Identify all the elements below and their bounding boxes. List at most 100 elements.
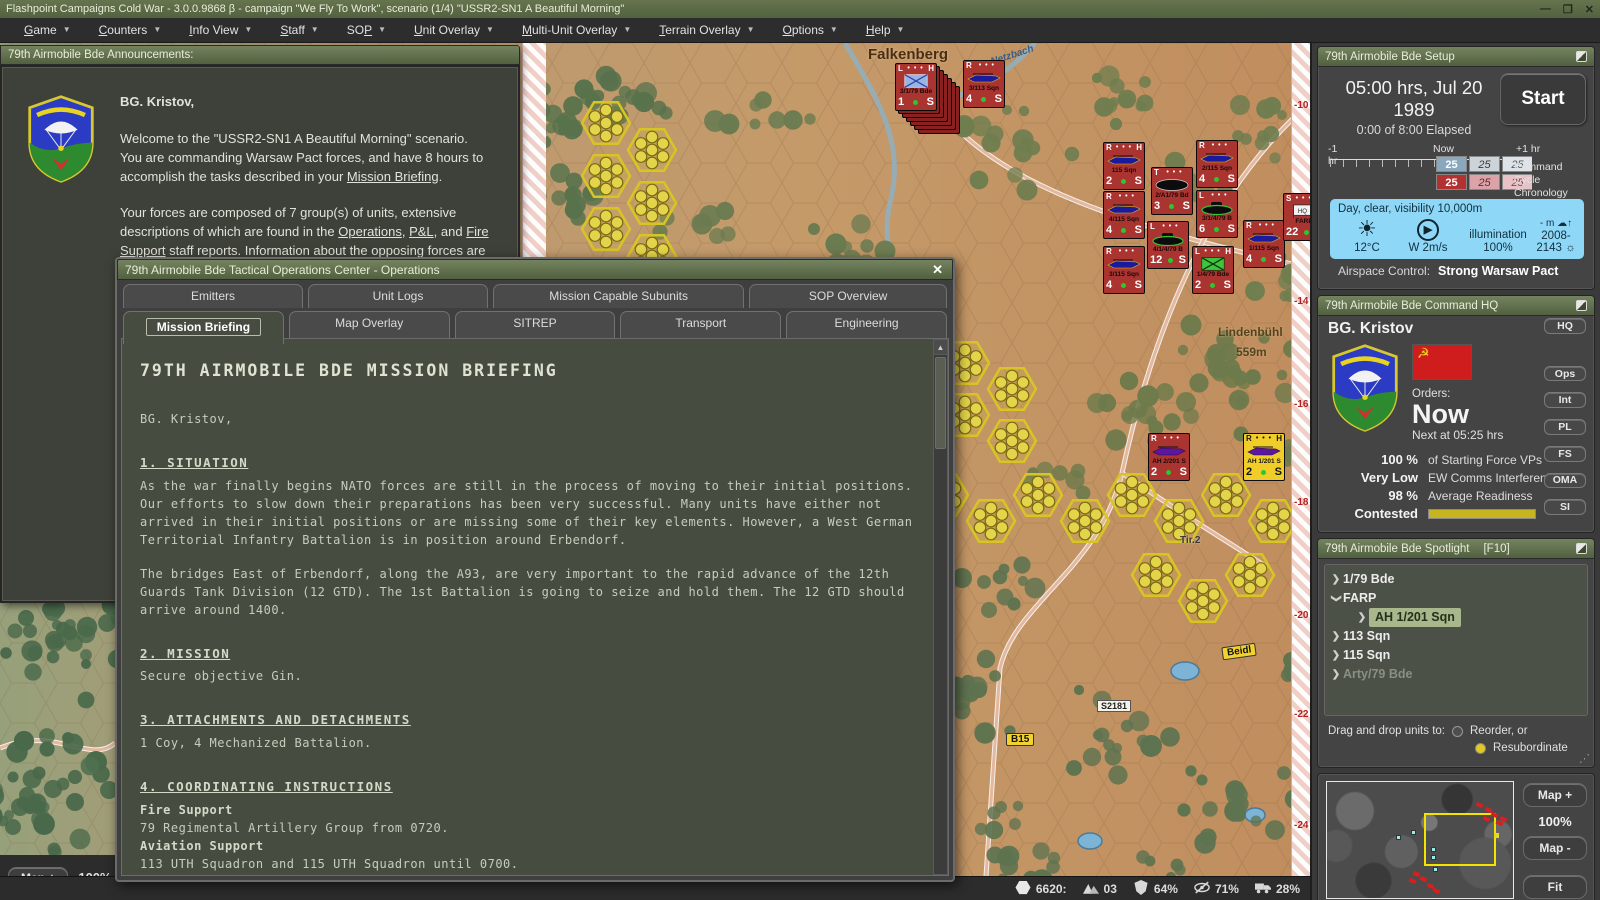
unit-counter-1-4-79-bde[interactable]: L• • •H1/4/79 Bde2S [1192, 246, 1234, 294]
tree-item-115-sqn[interactable]: ❯115 Sqn [1329, 646, 1583, 665]
unit-counter-3-115-sqn[interactable]: R• • •3/115 Sqn4S [1103, 246, 1145, 294]
unit-counter-2-a1-79-bd[interactable]: T• • •2/A1/79 Bd3S [1151, 167, 1193, 215]
chevron-icon[interactable]: ❯ [1327, 592, 1346, 606]
tab-unit-logs[interactable]: Unit Logs [308, 284, 488, 308]
eye-off-icon [1194, 880, 1210, 898]
map-label-b15: B15 [1006, 733, 1034, 746]
reorder-radio[interactable] [1452, 726, 1463, 737]
unit-counter-farp[interactable]: S• • •HHQFARP22S [1283, 193, 1310, 241]
toc-dialog-title: 79th Airmobile Bde Tactical Operations C… [125, 263, 440, 277]
tree-item-arty-79-bde[interactable]: ❯Arty/79 Bde [1329, 665, 1583, 684]
weather-box: Day, clear, visibility 10,000m ☀ 12°C ▶ … [1330, 199, 1584, 259]
staff-button-oma[interactable]: OMA [1544, 473, 1586, 489]
minimap-zoom-out-button[interactable]: Map - [1523, 836, 1587, 860]
briefing-paragraph: 79 Regimental Artillery Group from 0720. [140, 819, 914, 837]
staff-button-int[interactable]: Int [1544, 392, 1586, 408]
staff-button-si[interactable]: SI [1544, 499, 1586, 515]
minimap-fit-button[interactable]: Fit [1523, 875, 1587, 899]
unit-counter-1-115-sqn[interactable]: R• • •1/115 Sqn4S [1243, 220, 1285, 268]
briefing-paragraph: As the war finally begins NATO forces ar… [140, 477, 914, 549]
scrollbar-thumb[interactable] [935, 357, 946, 449]
staff-button-pl[interactable]: PL [1544, 419, 1586, 435]
command-hq-panel: 79th Airmobile Bde Command HQ BG. Kristo… [1317, 295, 1595, 533]
menu-game[interactable]: Game▼ [10, 20, 85, 41]
ceiling-value: - m [1540, 218, 1554, 229]
unit-counter-4-115-sqn[interactable]: R• • •4/115 Sqn4S [1103, 191, 1145, 239]
close-icon[interactable]: ✕ [930, 262, 945, 278]
airmobile-patch [1328, 342, 1402, 434]
close-icon[interactable]: ✕ [1585, 3, 1594, 16]
tree-item-1-79-bde[interactable]: ❯1/79 Bde [1329, 570, 1583, 589]
map-coordinate-label: -18 [1294, 497, 1308, 508]
unit-counter-2-115-sqn[interactable]: R• • •2/115 Sqn4S [1196, 140, 1238, 188]
menu-terrain-overlay[interactable]: Terrain Overlay▼ [645, 20, 768, 41]
menu-multi-unit-overlay[interactable]: Multi-Unit Overlay▼ [508, 20, 645, 41]
tree-item-ah-1-201-sqn[interactable]: ❯AH 1/201 Sqn [1329, 608, 1583, 627]
truck-icon [1255, 880, 1271, 898]
staff-report-link[interactable]: Operations [338, 224, 402, 239]
staff-button-hq[interactable]: HQ [1544, 318, 1586, 334]
unit-counter-ah-2-201-s[interactable]: R• • •AH 2/201 S2S [1148, 433, 1190, 481]
map-label-559m: 559m [1236, 345, 1267, 359]
tree-item-farp[interactable]: ❯FARP [1329, 589, 1583, 608]
menu-sop[interactable]: SOP▼ [333, 20, 400, 41]
briefing-paragraph: Four Mi-24V throughout. [140, 873, 914, 876]
menu-options[interactable]: Options▼ [769, 20, 852, 41]
briefing-scrollbar[interactable]: ▲ [933, 339, 948, 875]
sunrise-icon: ☼ [1565, 242, 1576, 254]
staff-button-fs[interactable]: FS [1544, 446, 1586, 462]
tank-icon [1150, 231, 1186, 246]
unit-counter-3-1-4-79-b[interactable]: L• • •3/1/4/79 B6S [1196, 190, 1238, 238]
minimap[interactable] [1326, 781, 1514, 899]
minimap-friendly-marker [1431, 855, 1436, 860]
resubordinate-radio[interactable] [1475, 743, 1486, 754]
tree-item-113-sqn[interactable]: ❯113 Sqn [1329, 627, 1583, 646]
briefing-paragraph: 1 Coy, 4 Mechanized Battalion. [140, 734, 914, 752]
chevron-icon[interactable]: ❯ [1329, 665, 1343, 684]
menu-staff[interactable]: Staff▼ [266, 20, 332, 41]
deployment-hex [1226, 554, 1274, 596]
panel-collapse-icon[interactable] [1576, 543, 1587, 554]
briefing-paragraph: Fire Support [140, 801, 914, 819]
minimize-icon[interactable]: — [1540, 3, 1551, 16]
chevron-icon[interactable]: ❯ [1329, 646, 1343, 665]
tab-sop-overview[interactable]: SOP Overview [749, 284, 947, 308]
transport-helicopter-icon [1199, 150, 1235, 165]
menu-help[interactable]: Help▼ [852, 20, 919, 41]
briefing-section-heading: 4. COORDINATING INSTRUCTIONS [140, 778, 914, 797]
scenario-clock: 05:00 hrs, Jul 20 1989 [1328, 77, 1500, 121]
minimap-contact-marker [1494, 833, 1499, 838]
staff-report-link[interactable]: Mission Briefing [347, 169, 439, 184]
start-button[interactable]: Start [1500, 73, 1586, 125]
unit-counter-115-sqn[interactable]: R• • •H115 Sqn2S [1103, 142, 1145, 190]
staff-report-link[interactable]: P&L [409, 224, 434, 239]
title-bar: Flashpoint Campaigns Cold War - 3.0.0.98… [0, 0, 1600, 18]
spotlight-title: 79th Airmobile Bde Spotlight [1325, 543, 1469, 555]
menu-counters[interactable]: Counters▼ [85, 20, 176, 41]
panel-collapse-icon[interactable] [1576, 300, 1587, 311]
minimap-friendly-marker [1396, 835, 1401, 840]
staff-button-ops[interactable]: Ops [1544, 366, 1586, 382]
tab-mission-briefing[interactable]: Mission Briefing [123, 311, 284, 344]
menu-unit-overlay[interactable]: Unit Overlay▼ [400, 20, 508, 41]
toc-dialog-header[interactable]: 79th Airmobile Bde Tactical Operations C… [117, 259, 953, 280]
chevron-icon[interactable]: ❯ [1329, 627, 1343, 646]
unit-counter-4-1-4-79-b[interactable]: L• • •4/1/4/79 B12S [1147, 221, 1189, 269]
unit-counter-3-113-sqn[interactable]: R• • •3/113 Sqn4S [963, 60, 1005, 108]
resize-grip-icon[interactable]: ⋰ [1579, 752, 1590, 765]
minimap-zoom-in-button[interactable]: Map + [1523, 783, 1587, 807]
menu-info-view[interactable]: Info View▼ [175, 20, 266, 41]
chevron-icon[interactable]: ❯ [1355, 608, 1369, 627]
scroll-up-icon[interactable]: ▲ [934, 340, 947, 355]
unit-counter-ah-1-201-s[interactable]: R• • •HAH 1/201 S2S [1243, 433, 1285, 481]
deployment-hex [582, 208, 630, 250]
unit-counter-3-1-79-bde[interactable]: L• • •H3/1/79 Bde1S [895, 63, 937, 111]
window-controls: — ❐ ✕ [1540, 3, 1594, 16]
panel-collapse-icon[interactable] [1576, 51, 1587, 62]
chevron-icon[interactable]: ❯ [1329, 570, 1343, 589]
minimap-contact-marker [1432, 887, 1440, 894]
tab-mission-capable-subunits[interactable]: Mission Capable Subunits [493, 284, 744, 308]
chevron-down-icon: ▼ [63, 25, 71, 34]
tab-emitters[interactable]: Emitters [123, 284, 303, 308]
maximize-icon[interactable]: ❐ [1563, 3, 1573, 16]
